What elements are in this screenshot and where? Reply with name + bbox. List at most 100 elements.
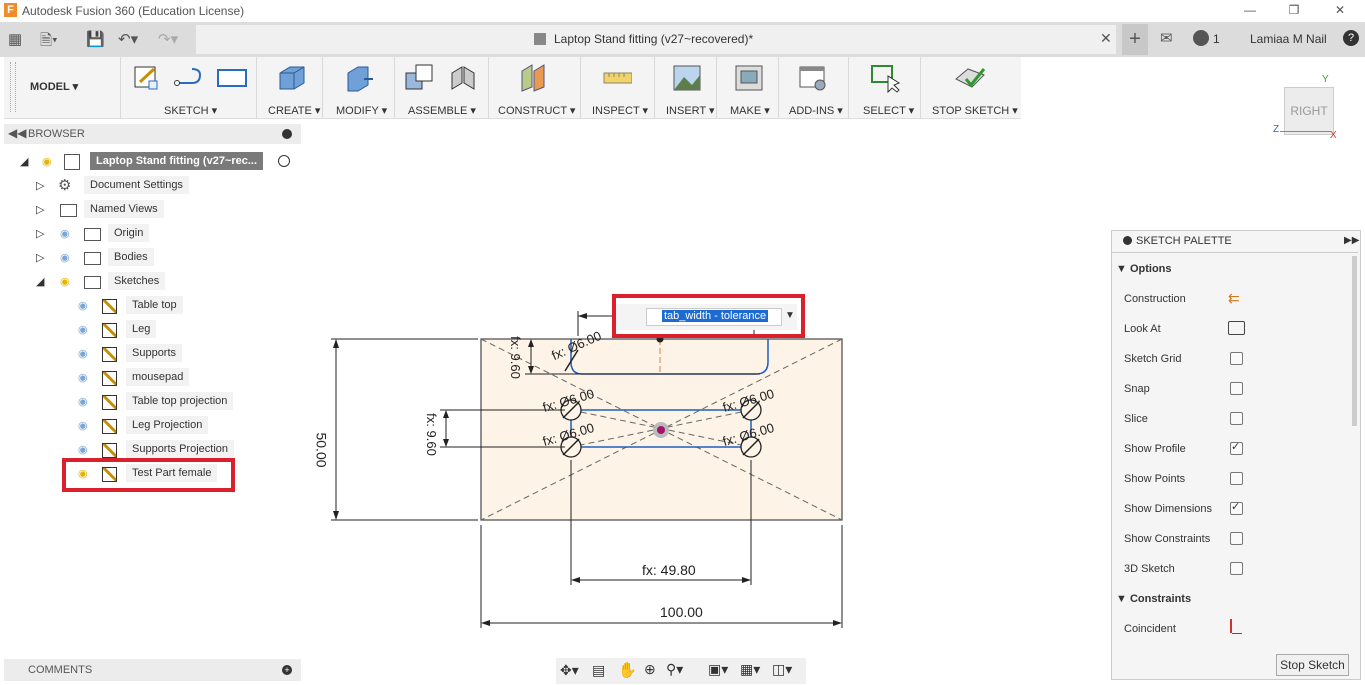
- expand-arrow-icon[interactable]: ▷: [36, 224, 44, 244]
- help-icon[interactable]: ?: [1343, 30, 1359, 46]
- measure-icon[interactable]: [602, 63, 633, 93]
- stop-sketch-button[interactable]: Stop Sketch: [1276, 654, 1349, 676]
- sketch-item[interactable]: ◉ Leg Projection: [78, 416, 278, 436]
- sketch-item[interactable]: ◉ mousepad: [78, 368, 278, 388]
- addins-menu[interactable]: ADD-INS ▾: [789, 104, 843, 117]
- make-menu[interactable]: MAKE ▾: [730, 104, 770, 117]
- insert-image-icon[interactable]: [672, 63, 702, 93]
- grid-menu-icon[interactable]: ▦: [8, 30, 22, 48]
- orbit-icon[interactable]: ✥▾: [560, 662, 579, 679]
- show-profile-checkbox[interactable]: ✓: [1230, 441, 1243, 455]
- assemble-menu[interactable]: ASSEMBLE ▾: [408, 104, 476, 117]
- select-menu[interactable]: SELECT ▾: [863, 104, 914, 117]
- add-comment-icon[interactable]: +: [282, 665, 292, 675]
- browser-item-bodies[interactable]: ▷ ◉ Bodies: [36, 248, 296, 268]
- pan-icon[interactable]: ✋: [618, 661, 637, 679]
- show-constraints-checkbox[interactable]: [1230, 532, 1243, 545]
- dim-inner-width-label[interactable]: fx: 49.80: [642, 562, 696, 578]
- viewcube[interactable]: RIGHT: [1284, 87, 1334, 135]
- snap-checkbox[interactable]: [1230, 382, 1243, 395]
- display-settings-icon[interactable]: ▣▾: [708, 661, 728, 678]
- modify-menu[interactable]: MODIFY ▾: [336, 104, 387, 117]
- palette-expand-icon[interactable]: ▶▶: [1344, 235, 1359, 246]
- document-tab[interactable]: Laptop Stand fitting (v27~recovered)* ✕: [196, 25, 1116, 54]
- dim-width-label[interactable]: 100.00: [660, 604, 703, 620]
- lightbulb-icon[interactable]: ◉: [78, 416, 88, 436]
- lightbulb-icon[interactable]: ◉: [78, 368, 88, 388]
- save-icon[interactable]: 💾: [86, 30, 105, 48]
- expand-arrow-icon[interactable]: ▷: [36, 200, 44, 220]
- slice-checkbox[interactable]: [1230, 412, 1243, 425]
- lightbulb-icon[interactable]: ◉: [78, 296, 88, 316]
- expand-arrow-icon[interactable]: ▷: [36, 176, 44, 196]
- lightbulb-icon[interactable]: ◉: [78, 440, 88, 460]
- browser-root[interactable]: ◢ ◉ Laptop Stand fitting (v27~rec...: [20, 152, 300, 172]
- look-at-nav-icon[interactable]: ▤: [592, 662, 605, 679]
- zoom-window-icon[interactable]: ⚲▾: [666, 661, 683, 678]
- redo-icon[interactable]: ↷▾: [158, 30, 178, 48]
- insert-menu[interactable]: INSERT ▾: [666, 104, 715, 117]
- browser-item-sketches[interactable]: ◢ ◉ Sketches: [36, 272, 296, 292]
- offset-plane-icon[interactable]: [518, 63, 548, 93]
- construction-icon[interactable]: ⇇: [1228, 290, 1240, 307]
- close-tab-icon[interactable]: ✕: [1100, 30, 1112, 47]
- minimize-icon[interactable]: —: [1240, 2, 1260, 18]
- new-component-icon[interactable]: [404, 63, 434, 93]
- stop-sketch-menu[interactable]: STOP SKETCH ▾: [932, 104, 1018, 117]
- lightbulb-icon[interactable]: ◉: [42, 152, 52, 172]
- extrude-icon[interactable]: [276, 63, 306, 93]
- 3d-print-icon[interactable]: [734, 63, 764, 93]
- job-status-icon[interactable]: [1193, 30, 1209, 46]
- sketch-item[interactable]: ◉ Supports: [78, 344, 278, 364]
- inspect-menu[interactable]: INSPECT ▾: [592, 104, 648, 117]
- joint-icon[interactable]: [448, 63, 478, 93]
- browser-item-origin[interactable]: ▷ ◉ Origin: [36, 224, 296, 244]
- dim-v1-label[interactable]: fx: 9.60: [508, 336, 523, 379]
- create-menu[interactable]: CREATE ▾: [268, 104, 320, 117]
- create-sketch-icon[interactable]: [132, 63, 162, 93]
- sketch-item[interactable]: ◉ Table top: [78, 296, 278, 316]
- sketch-item[interactable]: ◉ Leg: [78, 320, 278, 340]
- new-tab-button[interactable]: +: [1122, 24, 1148, 55]
- palette-minimize-icon[interactable]: [1123, 236, 1132, 245]
- lightbulb-icon[interactable]: ◉: [60, 272, 70, 292]
- lightbulb-icon[interactable]: ◉: [78, 392, 88, 412]
- show-points-checkbox[interactable]: [1230, 472, 1243, 485]
- undo-icon[interactable]: ↶▾: [118, 30, 138, 48]
- line-icon[interactable]: [174, 63, 204, 93]
- sketch-item[interactable]: ◉ Supports Projection: [78, 440, 278, 460]
- collapse-browser-icon[interactable]: ◀◀: [8, 126, 26, 140]
- coincident-icon[interactable]: [1230, 619, 1232, 633]
- sketch-grid-checkbox[interactable]: [1230, 352, 1243, 365]
- comment-icon[interactable]: ✉: [1160, 29, 1173, 47]
- dim-height-label[interactable]: 50.00: [314, 432, 330, 467]
- lightbulb-icon[interactable]: ◉: [60, 224, 70, 244]
- close-window-icon[interactable]: ✕: [1330, 2, 1350, 18]
- activate-radio-icon[interactable]: [278, 155, 290, 167]
- rectangle-icon[interactable]: [216, 63, 247, 93]
- scripts-icon[interactable]: [798, 63, 828, 93]
- browser-item-named-views[interactable]: ▷ Named Views: [36, 200, 296, 220]
- look-at-icon[interactable]: [1228, 321, 1245, 335]
- lightbulb-icon[interactable]: ◉: [78, 320, 88, 340]
- grid-settings-icon[interactable]: ▦▾: [740, 661, 760, 678]
- expand-arrow-icon[interactable]: ▷: [36, 248, 44, 268]
- constraints-section-toggle[interactable]: ▼ Constraints: [1116, 593, 1191, 605]
- sketch-menu[interactable]: SKETCH ▾: [164, 104, 217, 117]
- viewports-icon[interactable]: ◫▾: [772, 661, 792, 678]
- sketch-item[interactable]: ◉ Table top projection: [78, 392, 278, 412]
- 3d-sketch-checkbox[interactable]: [1230, 562, 1243, 575]
- select-icon[interactable]: [870, 63, 901, 94]
- file-icon[interactable]: 🗎▾: [40, 30, 58, 55]
- palette-scrollbar[interactable]: [1352, 256, 1357, 426]
- restore-icon[interactable]: ❐: [1284, 2, 1304, 18]
- expand-arrow-icon[interactable]: ◢: [36, 272, 44, 292]
- zoom-icon[interactable]: ⊕: [644, 661, 656, 678]
- lightbulb-icon[interactable]: ◉: [60, 248, 70, 268]
- options-section-toggle[interactable]: ▼ Options: [1116, 263, 1172, 275]
- stop-sketch-icon[interactable]: [954, 63, 986, 93]
- construct-menu[interactable]: CONSTRUCT ▾: [498, 104, 575, 117]
- dim-v2-label[interactable]: fx: 9.60: [424, 413, 439, 456]
- browser-minimize-icon[interactable]: [282, 129, 292, 139]
- expand-arrow-icon[interactable]: ◢: [20, 152, 28, 172]
